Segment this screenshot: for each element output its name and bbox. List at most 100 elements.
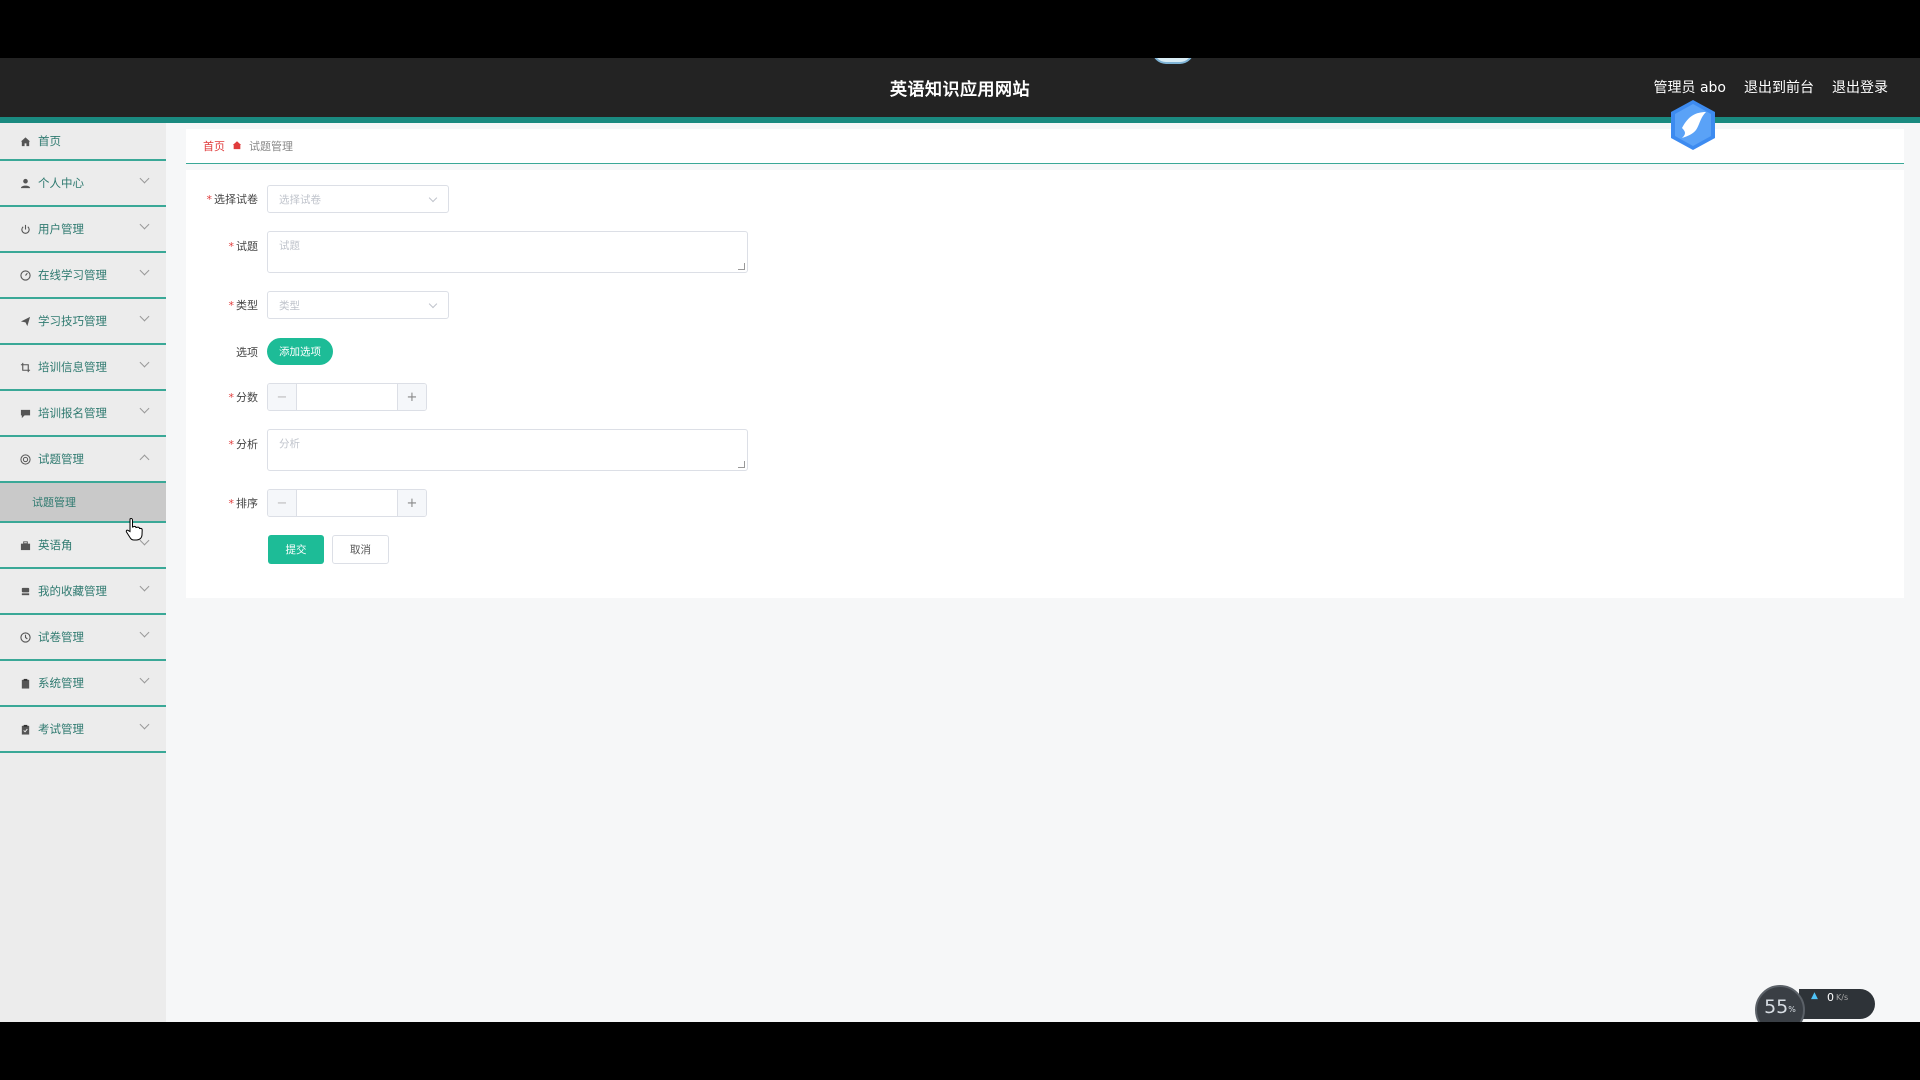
type-select-placeholder: 类型 — [279, 299, 300, 312]
sidebar-item-training-signup[interactable]: 培训报名管理 — [0, 391, 166, 437]
analysis-label: * 分析 — [228, 438, 259, 451]
sidebar-item-label: 学习技巧管理 — [38, 314, 107, 328]
letterbox-top — [0, 0, 1920, 58]
speed-readout: ▲ 0 K/s — [1799, 989, 1875, 1019]
form-row-question: * 试题 试题 — [186, 231, 748, 273]
network-speed-widget[interactable]: ▲ 0 K/s 55 % — [1755, 985, 1875, 1022]
speed-rate-unit: K/s — [1836, 993, 1849, 1002]
floating-bird-icon[interactable] — [1666, 98, 1720, 152]
sidebar-item-users[interactable]: 用户管理 — [0, 207, 166, 253]
chevron-down-icon — [139, 173, 150, 184]
chevron-up-icon — [139, 454, 150, 465]
sidebar-item-online-learning[interactable]: 在线学习管理 — [0, 253, 166, 299]
clipboard-check-icon — [19, 723, 31, 735]
send-icon — [19, 315, 31, 327]
form-actions: 提交 取消 — [268, 535, 389, 564]
sidebar-item-label: 培训报名管理 — [38, 406, 107, 420]
sidebar-item-study-tips[interactable]: 学习技巧管理 — [0, 299, 166, 345]
minus-icon[interactable]: − — [268, 384, 297, 410]
form-row-type: * 类型 类型 — [186, 291, 449, 319]
type-select[interactable]: 类型 — [267, 291, 449, 319]
question-label: * 试题 — [228, 240, 259, 253]
sidebar-item-label: 培训信息管理 — [38, 360, 107, 374]
paper-select-placeholder: 选择试卷 — [279, 193, 321, 206]
breadcrumb: 首页 试题管理 — [186, 129, 1904, 164]
chevron-down-icon — [139, 265, 150, 276]
breadcrumb-current: 试题管理 — [249, 140, 293, 153]
resize-handle-icon[interactable] — [738, 263, 745, 270]
sidebar-item-label: 我的收藏管理 — [38, 584, 107, 598]
sidebar-item-system[interactable]: 系统管理 — [0, 661, 166, 707]
plus-icon[interactable]: + — [397, 384, 426, 410]
upload-arrow-icon: ▲ — [1811, 991, 1818, 1001]
sidebar-item-label: 试卷管理 — [38, 630, 84, 644]
form-row-score: * 分数 − + — [186, 383, 427, 411]
sidebar-item-favorites[interactable]: 我的收藏管理 — [0, 569, 166, 615]
chevron-down-icon — [139, 673, 150, 684]
power-icon — [19, 223, 31, 235]
question-textarea[interactable]: 试题 — [267, 231, 748, 273]
resize-handle-icon[interactable] — [738, 461, 745, 468]
score-stepper[interactable]: − + — [267, 383, 427, 411]
question-placeholder: 试题 — [279, 240, 300, 252]
breadcrumb-home[interactable]: 首页 — [203, 138, 225, 154]
sidebar-item-home[interactable]: 首页 — [0, 123, 166, 161]
chevron-down-icon — [139, 219, 150, 230]
score-label: * 分数 — [228, 391, 259, 404]
form-row-options: 选项 添加选项 — [186, 338, 333, 365]
logout-link[interactable]: 退出登录 — [1832, 77, 1888, 97]
mouse-pointer-icon — [124, 517, 144, 541]
clipboard-icon — [19, 677, 31, 689]
analysis-placeholder: 分析 — [279, 438, 300, 450]
chevron-down-icon — [139, 719, 150, 730]
memory-gauge: 55 % — [1755, 985, 1805, 1022]
sidebar-item-questions[interactable]: 试题管理 — [0, 437, 166, 483]
type-label: * 类型 — [228, 299, 259, 312]
add-option-button[interactable]: 添加选项 — [267, 338, 333, 365]
order-label: * 排序 — [228, 497, 259, 510]
question-form: * 选择试卷 选择试卷 * 试题 试题 * 类型 类型 选项 添加选项 * 分数… — [186, 170, 1904, 598]
chevron-down-icon — [139, 357, 150, 368]
sidebar-item-label: 英语角 — [38, 538, 73, 552]
top-actions: 管理员 abo 退出到前台 退出登录 — [1654, 77, 1888, 97]
sidebar-item-label: 用户管理 — [38, 222, 84, 236]
analysis-textarea[interactable]: 分析 — [267, 429, 748, 471]
chevron-down-icon — [428, 193, 438, 203]
app-window: 英语知识应用网站 管理员 abo 退出到前台 退出登录 首页 个人中心 用户管理 — [0, 58, 1920, 1022]
chat-icon — [19, 407, 31, 419]
gauge-percent: 55 — [1764, 996, 1789, 1018]
paper-select[interactable]: 选择试卷 — [267, 185, 449, 213]
submit-button[interactable]: 提交 — [268, 535, 324, 564]
sidebar-item-label: 个人中心 — [38, 176, 84, 190]
breadcrumb-home-icon — [232, 140, 242, 153]
minus-icon[interactable]: − — [268, 490, 297, 516]
plus-icon[interactable]: + — [397, 490, 426, 516]
sidebar-item-label: 首页 — [38, 134, 61, 148]
options-label: 选项 — [236, 345, 258, 359]
user-icon — [19, 177, 31, 189]
top-bar: 英语知识应用网站 管理员 abo 退出到前台 退出登录 — [0, 58, 1920, 117]
form-row-paper: * 选择试卷 选择试卷 — [186, 185, 449, 213]
sidebar-item-papers[interactable]: 试卷管理 — [0, 615, 166, 661]
home-icon — [19, 135, 31, 147]
gauge-icon — [19, 269, 31, 281]
briefcase-icon — [19, 539, 31, 551]
submenu-item-label: 试题管理 — [32, 496, 76, 509]
sidebar-item-training-info[interactable]: 培训信息管理 — [0, 345, 166, 391]
sidebar-item-exams[interactable]: 考试管理 — [0, 707, 166, 753]
sidebar: 首页 个人中心 用户管理 在线学习管理 学习技巧管理 培训信息管理 培训报名管理… — [0, 123, 166, 1022]
sidebar-item-label: 考试管理 — [38, 722, 84, 736]
back-to-front-link[interactable]: 退出到前台 — [1744, 77, 1814, 97]
sidebar-item-profile[interactable]: 个人中心 — [0, 161, 166, 207]
score-input[interactable] — [297, 384, 397, 410]
sidebar-item-label: 试题管理 — [38, 452, 84, 466]
chevron-down-icon — [139, 581, 150, 592]
paper-label: * 选择试卷 — [206, 193, 259, 206]
cancel-button[interactable]: 取消 — [332, 535, 389, 564]
stack-icon — [19, 585, 31, 597]
decorative-bubble — [1152, 58, 1194, 64]
letterbox-bottom — [0, 1022, 1920, 1080]
chevron-down-icon — [139, 627, 150, 638]
order-input[interactable] — [297, 490, 397, 516]
order-stepper[interactable]: − + — [267, 489, 427, 517]
